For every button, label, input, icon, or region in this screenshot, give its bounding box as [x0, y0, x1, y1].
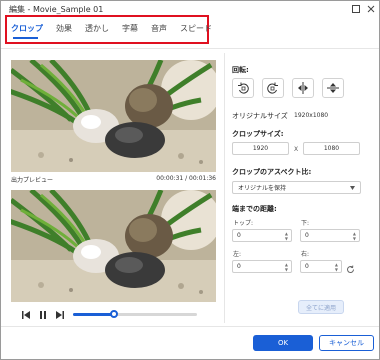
edit-dialog: 編集 - Movie_Sample 01 クロップ 効果 透かし 字幕 音声 ス…: [0, 0, 380, 360]
original-size-label: オリジナルサイズ: [232, 112, 288, 120]
skip-back-icon[interactable]: [21, 310, 31, 320]
margin-bottom-label: 下:: [301, 220, 310, 227]
margin-right-label: 右:: [301, 251, 310, 258]
ok-button[interactable]: OK: [253, 335, 313, 351]
preview-info-row: 出力プレビュー 00:00:31 / 00:01:36: [11, 175, 216, 184]
margin-right-value: 0: [305, 263, 309, 270]
original-size-value: 1920x1080: [294, 112, 329, 119]
margin-left-label: 左:: [233, 251, 242, 258]
seek-bar[interactable]: [73, 310, 197, 318]
footer-divider: [1, 326, 379, 327]
rotate-left-icon: [238, 82, 249, 94]
flip-horizontal-button[interactable]: [292, 78, 314, 98]
tab-speed[interactable]: スピード: [180, 23, 212, 39]
flip-horizontal-icon: [298, 82, 308, 94]
flip-vertical-button[interactable]: [322, 78, 344, 98]
margin-right-spinner[interactable]: ▲ ▼: [335, 262, 338, 272]
aquarium-scene-image: [11, 60, 216, 172]
crop-size-separator: X: [294, 146, 299, 153]
maximize-icon[interactable]: [350, 3, 362, 15]
margin-top-value: 0: [237, 232, 241, 239]
player-controls: [21, 310, 72, 320]
crop-size-label: クロップサイズ:: [232, 130, 284, 138]
output-preview[interactable]: [11, 190, 216, 302]
header-divider: [1, 48, 379, 49]
margin-right-field[interactable]: 0 ▲ ▼: [300, 260, 342, 273]
margin-top-spinner[interactable]: ▲ ▼: [285, 231, 288, 241]
margin-bottom-field[interactable]: 0 ▲ ▼: [300, 229, 360, 242]
margin-left-value: 0: [237, 263, 241, 270]
margin-bottom-value: 0: [305, 232, 309, 239]
margin-left-spinner[interactable]: ▲ ▼: [285, 262, 288, 272]
chevron-down-icon: [350, 186, 355, 190]
rotate-left-button[interactable]: [232, 78, 254, 98]
margin-top-label: トップ:: [233, 220, 254, 227]
rotation-buttons: [232, 78, 352, 98]
crop-width-field[interactable]: 1920: [232, 142, 289, 155]
rotation-label: 回転:: [232, 66, 249, 74]
source-preview[interactable]: [11, 60, 216, 172]
skip-forward-icon[interactable]: [55, 310, 65, 320]
active-tab-indicator: [13, 37, 38, 39]
margin-bottom-spinner[interactable]: ▲ ▼: [353, 231, 356, 241]
crop-height-field[interactable]: 1080: [303, 142, 360, 155]
tab-audio[interactable]: 音声: [151, 23, 167, 39]
close-icon[interactable]: [365, 3, 377, 15]
margins-label: 端までの距離:: [232, 205, 277, 213]
reset-icon[interactable]: [346, 265, 355, 276]
rotate-right-icon: [267, 82, 278, 94]
seek-bar-progress: [73, 313, 114, 316]
window-title: 編集 - Movie_Sample 01: [9, 5, 104, 14]
tab-subtitles[interactable]: 字幕: [122, 23, 138, 39]
apply-all-button[interactable]: 全てに適用: [298, 300, 344, 314]
output-preview-label: 出力プレビュー: [11, 177, 54, 184]
tab-watermark[interactable]: 透かし: [85, 23, 109, 39]
rotate-right-button[interactable]: [262, 78, 284, 98]
pause-icon[interactable]: [38, 310, 48, 320]
margin-left-field[interactable]: 0 ▲ ▼: [232, 260, 292, 273]
seek-bar-handle[interactable]: [109, 310, 118, 318]
aspect-ratio-select[interactable]: オリジナルを保持: [232, 181, 361, 194]
flip-vertical-icon: [327, 83, 339, 93]
aspect-ratio-selected: オリジナルを保持: [238, 185, 287, 192]
tab-bar: クロップ 効果 透かし 字幕 音声 スピード: [11, 23, 225, 39]
margin-top-field[interactable]: 0 ▲ ▼: [232, 229, 292, 242]
timecode: 00:00:31 / 00:01:36: [156, 175, 216, 182]
tab-effects[interactable]: 効果: [56, 23, 72, 39]
aspect-ratio-label: クロップのアスペクト比:: [232, 168, 312, 176]
aquarium-scene-output-image: [11, 190, 216, 302]
cancel-button[interactable]: キャンセル: [319, 335, 374, 351]
panel-divider: [224, 53, 225, 323]
